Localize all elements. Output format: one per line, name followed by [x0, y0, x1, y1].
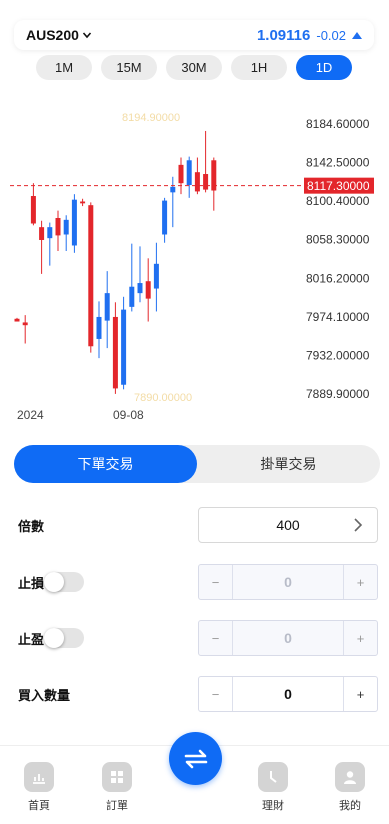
- nav-finance[interactable]: 理財: [248, 762, 298, 813]
- tab-pending-order[interactable]: 掛單交易: [197, 445, 380, 483]
- bottom-nav: 首頁 訂單 理財 我的: [0, 732, 389, 824]
- chevron-right-icon: [354, 518, 363, 532]
- tab-market-order[interactable]: 下單交易: [14, 445, 197, 483]
- candle-body: [121, 309, 127, 385]
- nav-profile-label: 我的: [339, 800, 361, 812]
- leverage-select[interactable]: 400: [198, 507, 378, 543]
- user-icon: [335, 762, 365, 792]
- candle-body: [112, 316, 118, 389]
- triangle-up-icon: [352, 31, 362, 39]
- y-tick-label: 7932.00000: [306, 348, 370, 362]
- stop-loss-value: 0: [284, 574, 292, 590]
- current-price-label: 8117.30000: [307, 179, 370, 193]
- take-profit-label: 止盈: [18, 631, 45, 647]
- chevron-down-icon: [82, 32, 92, 39]
- nav-orders[interactable]: 訂單: [92, 762, 142, 813]
- candle-body: [129, 286, 135, 307]
- quantity-label: 買入數量: [18, 687, 71, 703]
- chart-icon: [24, 762, 54, 792]
- timeframe-30m[interactable]: 30M: [166, 55, 222, 80]
- take-profit-stepper: − 0 +: [198, 620, 378, 656]
- timeframe-1h[interactable]: 1H: [231, 55, 287, 80]
- candle-body: [170, 186, 176, 193]
- toggle-knob: [44, 572, 65, 592]
- candle-body: [203, 174, 209, 190]
- swap-icon: [184, 749, 207, 768]
- leverage-row: 倍數 400: [18, 506, 380, 544]
- quantity-row: 買入數量 − 0 +: [18, 675, 380, 713]
- toggle-knob: [44, 628, 65, 648]
- timeframe-1m[interactable]: 1M: [36, 55, 92, 80]
- candle-body: [88, 205, 94, 347]
- y-tick-label: 7974.10000: [306, 310, 370, 324]
- current-price: 1.09116: [256, 26, 311, 44]
- candle-body: [186, 160, 192, 186]
- take-profit-increment-button[interactable]: +: [343, 621, 377, 655]
- candle-body: [104, 293, 110, 321]
- candle-body: [63, 219, 69, 235]
- x-axis-label: 09-08: [113, 408, 144, 422]
- y-tick-label: 8016.20000: [306, 271, 370, 285]
- candle-body: [80, 201, 86, 204]
- y-tick-label: 8058.30000: [306, 233, 370, 247]
- trade-swap-button[interactable]: [169, 732, 222, 785]
- candle-body: [153, 263, 159, 289]
- leverage-label: 倍數: [18, 518, 45, 534]
- x-axis-label: 2024: [17, 408, 44, 422]
- low-price-marker: 7890.00000: [134, 392, 192, 404]
- candlestick-chart[interactable]: 8184.60000 8142.50000 8100.40000 8058.30000…: [0, 100, 389, 430]
- y-tick-label: 8100.40000: [306, 194, 370, 208]
- candle-body: [22, 322, 28, 326]
- clock-icon: [258, 762, 288, 792]
- take-profit-row: 止盈 − 0 +: [18, 619, 380, 657]
- stop-loss-label: 止損: [18, 575, 45, 591]
- high-price-marker: 8194.90000: [122, 112, 180, 124]
- candle-body: [47, 227, 53, 239]
- candle-body: [39, 227, 45, 240]
- symbol-selector[interactable]: AUS200: [26, 27, 92, 43]
- quantity-decrement-button[interactable]: −: [199, 677, 233, 711]
- grid-icon: [102, 762, 132, 792]
- candle-body: [178, 164, 184, 184]
- candle-body: [194, 172, 200, 192]
- nav-home-label: 首頁: [28, 800, 50, 812]
- nav-orders-label: 訂單: [106, 800, 128, 812]
- stop-loss-increment-button[interactable]: +: [343, 565, 377, 599]
- nav-profile[interactable]: 我的: [325, 762, 375, 813]
- stop-loss-row: 止損 − 0 +: [18, 563, 380, 601]
- nav-home[interactable]: 首頁: [14, 762, 64, 813]
- candle-body: [30, 196, 36, 224]
- timeframe-15m[interactable]: 15M: [101, 55, 157, 80]
- y-tick-label: 8184.60000: [306, 117, 370, 131]
- candle-body: [96, 316, 102, 339]
- stop-loss-decrement-button[interactable]: −: [199, 565, 233, 599]
- candle-body: [137, 283, 143, 294]
- take-profit-decrement-button[interactable]: −: [199, 621, 233, 655]
- candle-body: [71, 199, 77, 246]
- candle-body: [55, 218, 61, 236]
- candle-body: [14, 318, 20, 322]
- order-type-tabs: 下單交易 掛單交易: [14, 445, 380, 483]
- timeframe-selector: 1M 15M 30M 1H 1D: [36, 55, 352, 80]
- nav-finance-label: 理財: [262, 800, 284, 812]
- y-tick-label: 8142.50000: [306, 156, 370, 170]
- price-change: -0.02: [316, 27, 346, 43]
- timeframe-1d[interactable]: 1D: [296, 55, 352, 80]
- price-block: 1.09116 -0.02: [257, 27, 362, 44]
- stop-loss-stepper: − 0 +: [198, 564, 378, 600]
- candle-body: [162, 200, 168, 235]
- candle-body: [145, 281, 151, 299]
- take-profit-value: 0: [284, 630, 292, 646]
- y-tick-label: 7889.90000: [306, 387, 370, 401]
- take-profit-toggle[interactable]: [44, 628, 85, 648]
- symbol-name: AUS200: [26, 27, 79, 43]
- quantity-value[interactable]: 0: [233, 686, 343, 702]
- leverage-value: 400: [276, 517, 300, 533]
- quantity-increment-button[interactable]: +: [343, 677, 377, 711]
- quantity-stepper: − 0 +: [198, 676, 378, 712]
- symbol-header: AUS200 1.09116 -0.02: [14, 20, 374, 50]
- stop-loss-toggle[interactable]: [44, 572, 85, 592]
